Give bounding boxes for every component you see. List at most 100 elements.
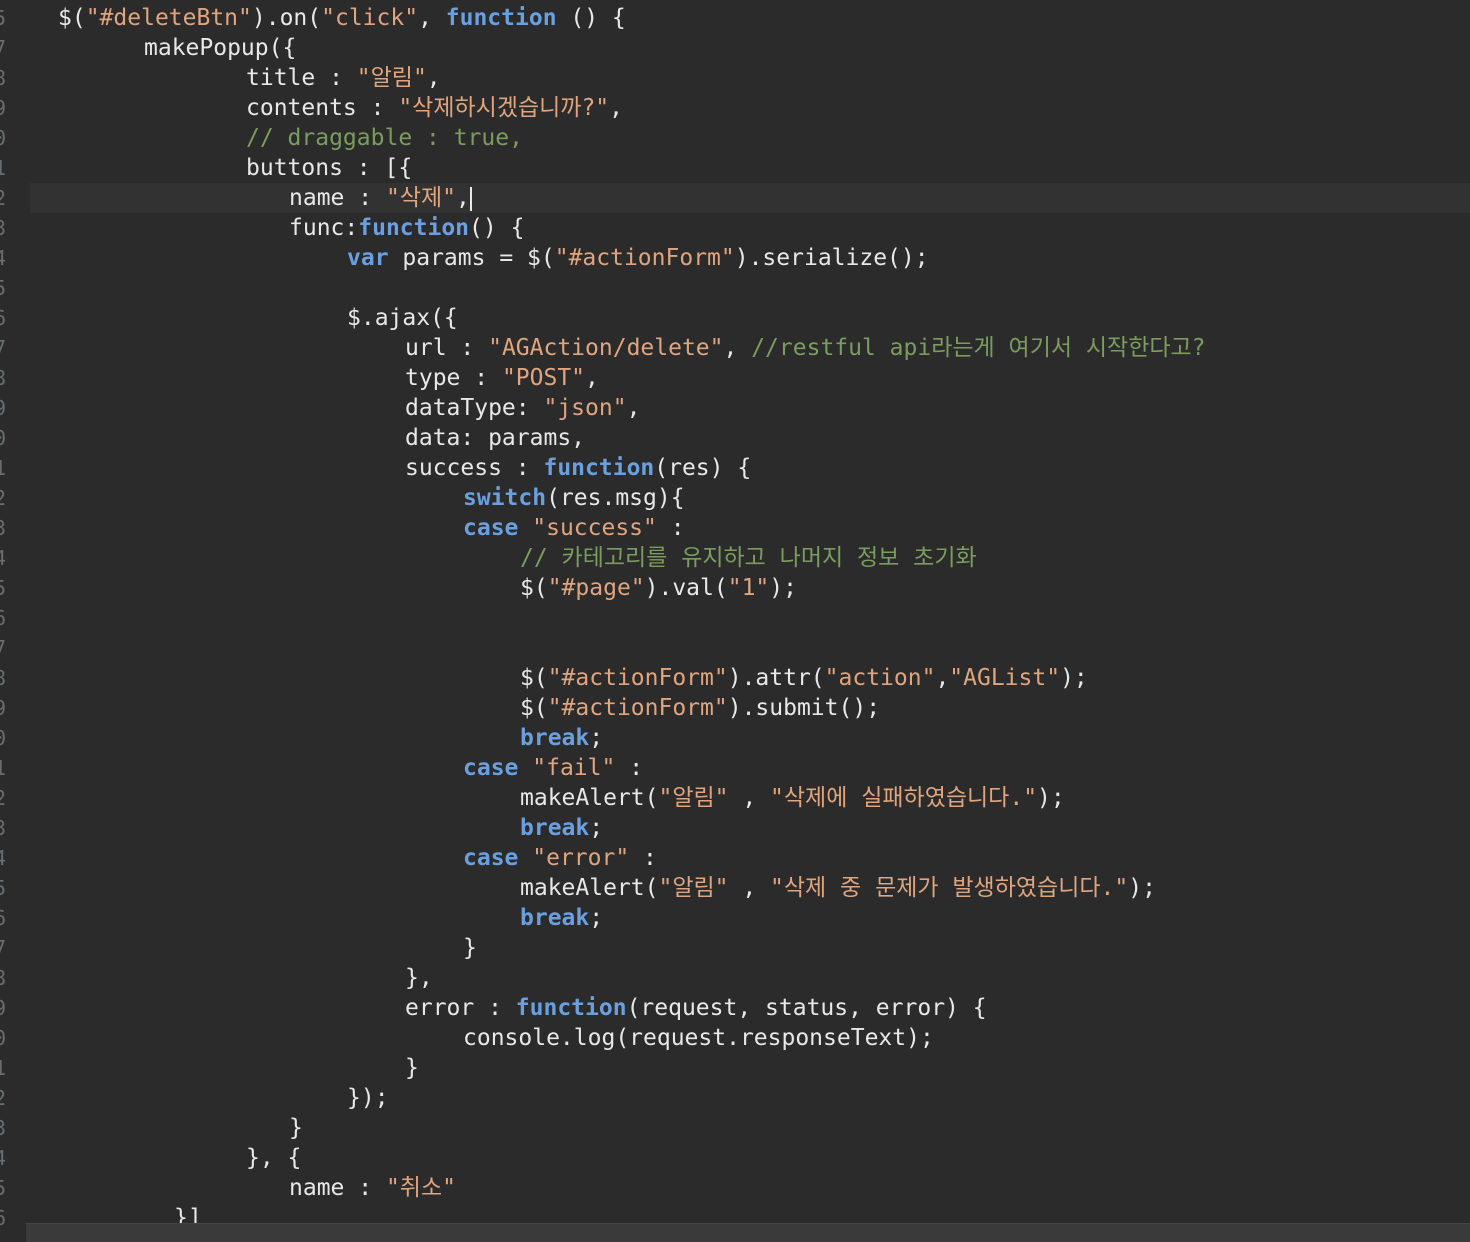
string-token: "#actionForm": [547, 695, 728, 721]
code-line[interactable]: $("#actionForm").submit();: [30, 693, 1470, 723]
code-token: makeAlert(: [520, 785, 659, 811]
code-line[interactable]: }: [30, 1053, 1470, 1083]
code-token: :: [629, 845, 657, 871]
code-token: dataType:: [405, 395, 544, 421]
string-token: "AGAction/delete": [488, 335, 724, 361]
code-line[interactable]: error : function(request, status, error)…: [30, 993, 1470, 1023]
code-token: });: [347, 1085, 389, 1111]
code-line[interactable]: title : "알림",: [30, 63, 1470, 93]
code-token: $(: [520, 695, 548, 721]
string-token: "#page": [547, 575, 645, 601]
string-token: "#deleteBtn": [85, 5, 252, 31]
code-line[interactable]: url : "AGAction/delete", //restful api라는…: [30, 333, 1470, 363]
code-token: (res) {: [654, 455, 752, 481]
string-token: "json": [543, 395, 627, 421]
code-line[interactable]: $.ajax({: [30, 303, 1470, 333]
code-line[interactable]: var params = $("#actionForm").serialize(…: [30, 243, 1470, 273]
code-token: contents :: [246, 95, 399, 121]
code-token: ,: [585, 365, 599, 391]
code-line[interactable]: });: [30, 1083, 1470, 1113]
code-token: );: [1060, 665, 1088, 691]
code-line[interactable]: break;: [30, 723, 1470, 753]
keyword-token: case: [463, 515, 519, 541]
keyword-token: var: [347, 245, 389, 271]
code-line[interactable]: break;: [30, 903, 1470, 933]
code-line[interactable]: buttons : [{: [30, 153, 1470, 183]
code-area[interactable]: $("#deleteBtn").on("click", function () …: [0, 0, 1470, 1242]
code-token: (request, status, error) {: [626, 995, 987, 1021]
string-token: "fail": [532, 755, 616, 781]
code-line[interactable]: makeAlert("알림" , "삭제 중 문제가 발생하였습니다.");: [30, 873, 1470, 903]
code-token: makeAlert(: [520, 875, 659, 901]
string-token: "1": [727, 575, 770, 601]
code-token: ).attr(: [727, 665, 825, 691]
code-line[interactable]: case "fail" :: [30, 753, 1470, 783]
code-token: (res.msg){: [546, 485, 685, 511]
code-token: ,: [609, 95, 624, 121]
string-token: "삭제": [385, 185, 456, 211]
code-line[interactable]: makePopup({: [30, 33, 1470, 63]
code-line[interactable]: $("#actionForm").attr("action","AGList")…: [30, 663, 1470, 693]
code-line[interactable]: type : "POST",: [30, 363, 1470, 393]
code-token: ,: [418, 5, 446, 31]
code-token: ,: [723, 335, 752, 361]
code-token: }: [463, 935, 477, 961]
horizontal-scrollbar[interactable]: [26, 1223, 1470, 1242]
code-token: ).submit();: [727, 695, 881, 721]
keyword-token: function: [515, 995, 627, 1021]
string-token: "삭제 중 문제가 발생하였습니다.": [770, 875, 1129, 901]
code-line[interactable]: func:function() {: [30, 213, 1470, 243]
code-line[interactable]: contents : "삭제하시겠습니까?",: [30, 93, 1470, 123]
code-line[interactable]: data: params,: [30, 423, 1470, 453]
string-token: "알림": [658, 875, 729, 901]
code-line[interactable]: [30, 273, 1470, 303]
string-token: "error": [532, 845, 630, 871]
code-line[interactable]: }: [30, 933, 1470, 963]
code-line[interactable]: // draggable : true,: [30, 123, 1470, 153]
code-line[interactable]: $("#deleteBtn").on("click", function () …: [30, 3, 1470, 33]
keyword-token: switch: [463, 485, 547, 511]
code-line[interactable]: }: [30, 1113, 1470, 1143]
code-token: title :: [246, 65, 357, 91]
code-line[interactable]: // 카테고리를 유지하고 나머지 정보 초기화: [30, 543, 1470, 573]
code-line[interactable]: success : function(res) {: [30, 453, 1470, 483]
code-token: ,: [426, 65, 441, 91]
code-token: () {: [469, 215, 525, 241]
code-line[interactable]: makeAlert("알림" , "삭제에 실패하였습니다.");: [30, 783, 1470, 813]
code-line[interactable]: case "error" :: [30, 843, 1470, 873]
string-token: "삭제하시겠습니까?": [398, 95, 610, 121]
code-line[interactable]: }, {: [30, 1143, 1470, 1173]
code-line[interactable]: dataType: "json",: [30, 393, 1470, 423]
code-line[interactable]: break;: [30, 813, 1470, 843]
string-token: "#actionForm": [554, 245, 735, 271]
code-token: :: [615, 755, 644, 781]
code-line[interactable]: [30, 603, 1470, 633]
string-token: "알림": [658, 785, 729, 811]
keyword-token: function: [445, 5, 557, 31]
keyword-token: function: [358, 215, 470, 241]
current-code-line[interactable]: name : "삭제",: [30, 183, 1470, 213]
code-token: ).val(: [644, 575, 728, 601]
code-token: console.log(request.responseText);: [463, 1025, 934, 1051]
code-token: params = $(: [388, 245, 555, 271]
code-token: }: [289, 1115, 303, 1141]
string-token: "success": [532, 515, 657, 541]
code-token: name :: [289, 1175, 386, 1201]
code-token: success :: [405, 455, 544, 481]
code-line[interactable]: name : "취소": [30, 1173, 1470, 1203]
text-cursor: [469, 186, 472, 211]
code-editor[interactable]: 5789012345678901234567890123456789012345…: [0, 0, 1470, 1242]
code-token: ;: [589, 905, 604, 931]
code-token: }, {: [246, 1145, 302, 1171]
code-line[interactable]: },: [30, 963, 1470, 993]
code-token: ).serialize();: [734, 245, 929, 271]
string-token: "AGList": [949, 665, 1061, 691]
code-token: ;: [589, 725, 604, 751]
code-line[interactable]: $("#page").val("1");: [30, 573, 1470, 603]
code-line[interactable]: console.log(request.responseText);: [30, 1023, 1470, 1053]
code-line[interactable]: switch(res.msg){: [30, 483, 1470, 513]
code-line[interactable]: [30, 633, 1470, 663]
keyword-token: case: [463, 845, 519, 871]
code-line[interactable]: case "success" :: [30, 513, 1470, 543]
code-token: data: params,: [405, 425, 586, 451]
